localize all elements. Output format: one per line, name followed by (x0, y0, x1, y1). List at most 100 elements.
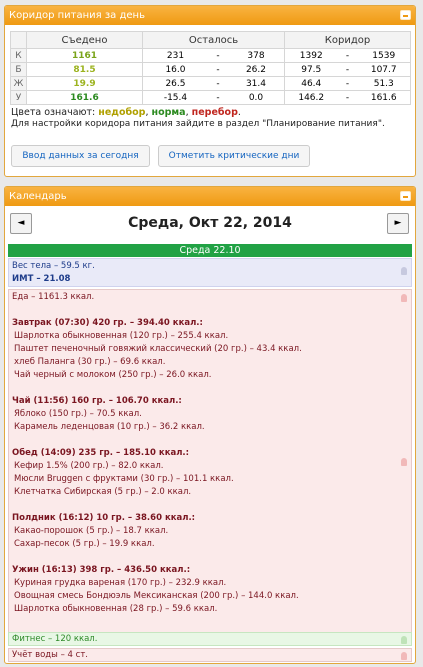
corridor-max: 107.7 (357, 62, 411, 77)
dash: - (207, 76, 228, 91)
water-text: Учёт воды – 4 ст. (12, 650, 88, 660)
calendar-panel-header: Календарь (5, 187, 415, 206)
meal-item: Какао-порошок (5 гр.) – 18.7 ккал. (14, 526, 169, 536)
meal-item: Овощная смесь Бондюэль Мексиканская (200… (14, 591, 299, 601)
eaten-value: 1161 (26, 48, 143, 63)
table-row: К 1161 231 - 378 1392 - 1539 (10, 48, 411, 63)
legend-end: . (237, 107, 241, 118)
dash: - (207, 90, 228, 105)
corridor-min: 146.2 (284, 90, 338, 105)
remain-min: 231 (141, 48, 208, 63)
legend-prefix: Цвета означают: (11, 107, 96, 118)
meal-item: Кефир 1.5% (200 гр.) – 82.0 ккал. (14, 461, 164, 471)
remain-max: 31.4 (227, 76, 285, 91)
col-eaten: Съедено (26, 31, 143, 49)
calendar-panel: Календарь ◄ Среда, Окт 22, 2014 ► Среда … (4, 186, 416, 664)
dash: - (337, 48, 358, 63)
day-label-bar: Среда 22.10 (8, 244, 412, 257)
remain-min: 16.0 (141, 62, 208, 77)
food-icon (401, 458, 407, 466)
weight-text: Вес тела – 59.5 кг. (12, 261, 95, 271)
meal-snack: Полдник (16:12) 10 гр. – 38.60 ккал.: Ка… (9, 512, 411, 551)
legend-sep: , (145, 107, 149, 118)
remain-min: 26.5 (141, 76, 208, 91)
remain-max: 26.2 (227, 62, 285, 77)
corridor-table: Съедено Осталось Коридор К 1161 231 - 37… (10, 31, 411, 105)
eaten-value: 81.5 (26, 62, 143, 77)
bmi-text: ИМТ – 21.08 (12, 274, 71, 284)
meal-item: Шарлотка обыкновенная (28 гр.) – 59.6 кк… (14, 604, 218, 614)
remain-min: -15.4 (141, 90, 208, 105)
meal-breakfast: Завтрак (07:30) 420 гр. – 394.40 ккал.: … (9, 317, 411, 382)
meal-title: Ужин (16:13) 398 гр. – 436.50 ккал.: (12, 565, 191, 575)
meal-item: Сахар-песок (5 гр.) – 19.9 ккал. (14, 539, 155, 549)
legend-under: недобор (98, 107, 146, 118)
water-icon (401, 652, 407, 660)
row-label: К (10, 48, 27, 63)
fitness-block[interactable]: Фитнес – 120 ккал. (8, 632, 412, 646)
meal-item: Чай черный с молоком (250 гр.) – 26.0 кк… (14, 370, 212, 380)
corridor-panel-header: Коридор питания за день (5, 6, 415, 25)
meal-item: хлеб Паланга (30 гр.) – 69.6 ккал. (14, 357, 166, 367)
meal-item: Мюсли Bruggen с фруктами (30 гр.) – 101.… (14, 474, 234, 484)
meal-item: Паштет печеночный говяжий классический (… (14, 344, 302, 354)
corner-cell (10, 31, 27, 49)
meal-title: Полдник (16:12) 10 гр. – 38.60 ккал.: (12, 513, 196, 523)
table-row: У 161.6 -15.4 - 0.0 146.2 - 161.6 (10, 90, 411, 105)
remain-max: 0.0 (227, 90, 285, 105)
legend-norm: норма (151, 107, 186, 118)
col-corridor: Коридор (284, 31, 411, 49)
corridor-max: 51.3 (357, 76, 411, 91)
meal-item: Шарлотка обыкновенная (120 гр.) – 255.4 … (14, 331, 229, 341)
meal-dinner: Ужин (16:13) 398 гр. – 436.50 ккал.: Кур… (9, 564, 411, 616)
corridor-max: 1539 (357, 48, 411, 63)
meal-item: Клетчатка Сибирская (5 гр.) – 2.0 ккал. (14, 487, 192, 497)
enter-today-button[interactable]: Ввод данных за сегодня (11, 145, 150, 167)
calendar-panel-title: Календарь (9, 191, 67, 202)
fitness-text: Фитнес – 120 ккал. (12, 634, 98, 644)
meal-title: Завтрак (07:30) 420 гр. – 394.40 ккал.: (12, 318, 203, 328)
weight-block[interactable]: Вес тела – 59.5 кг. ИМТ – 21.08 (8, 258, 412, 287)
dash: - (337, 76, 358, 91)
dash: - (337, 62, 358, 77)
corridor-min: 1392 (284, 48, 338, 63)
legend-over: перебор (191, 107, 238, 118)
collapse-icon[interactable] (400, 10, 411, 20)
remain-max: 378 (227, 48, 285, 63)
meal-lunch: Обед (14:09) 235 гр. – 185.10 ккал.: Кеф… (9, 447, 411, 499)
color-legend: Цвета означают: недобор, норма, перебор. (11, 107, 415, 118)
table-header-row: Съедено Осталось Коридор (10, 31, 411, 49)
table-row: Ж 19.9 26.5 - 31.4 46.4 - 51.3 (10, 76, 411, 91)
table-row: Б 81.5 16.0 - 26.2 97.5 - 107.7 (10, 62, 411, 77)
row-label: У (10, 90, 27, 105)
corridor-min: 97.5 (284, 62, 338, 77)
mark-critical-days-button[interactable]: Отметить критические дни (158, 145, 310, 167)
meal-item: Карамель леденцовая (10 гр.) – 36.2 ккал… (14, 422, 205, 432)
eaten-value: 19.9 (26, 76, 143, 91)
corridor-panel: Коридор питания за день Съедено Осталось… (4, 5, 416, 177)
dash: - (337, 90, 358, 105)
dash: - (207, 48, 228, 63)
date-title: Среда, Окт 22, 2014 (128, 215, 292, 231)
col-remaining: Осталось (142, 31, 285, 49)
row-label: Ж (10, 76, 27, 91)
corridor-max: 161.6 (357, 90, 411, 105)
corridor-min: 46.4 (284, 76, 338, 91)
collapse-icon[interactable] (400, 191, 411, 201)
dash: - (207, 62, 228, 77)
water-block[interactable]: Учёт воды – 4 ст. (8, 648, 412, 662)
food-icon (401, 294, 407, 302)
fitness-icon (401, 636, 407, 644)
meal-title: Чай (11:56) 160 гр. – 106.70 ккал.: (12, 396, 182, 406)
row-label: Б (10, 62, 27, 77)
corridor-panel-title: Коридор питания за день (9, 10, 145, 21)
planning-note: Для настройки коридора питания зайдите в… (11, 119, 385, 129)
food-total: Еда – 1161.3 ккал. (12, 292, 95, 302)
food-block[interactable]: Еда – 1161.3 ккал. Завтрак (07:30) 420 г… (8, 289, 412, 633)
meal-item: Куриная грудка вареная (170 гр.) – 232.9… (14, 578, 227, 588)
legend-sep: , (185, 107, 189, 118)
weight-icon (401, 267, 407, 275)
eaten-value: 161.6 (26, 90, 143, 105)
next-day-button[interactable]: ► (387, 213, 409, 234)
meal-item: Яблоко (150 гр.) – 70.5 ккал. (14, 409, 142, 419)
